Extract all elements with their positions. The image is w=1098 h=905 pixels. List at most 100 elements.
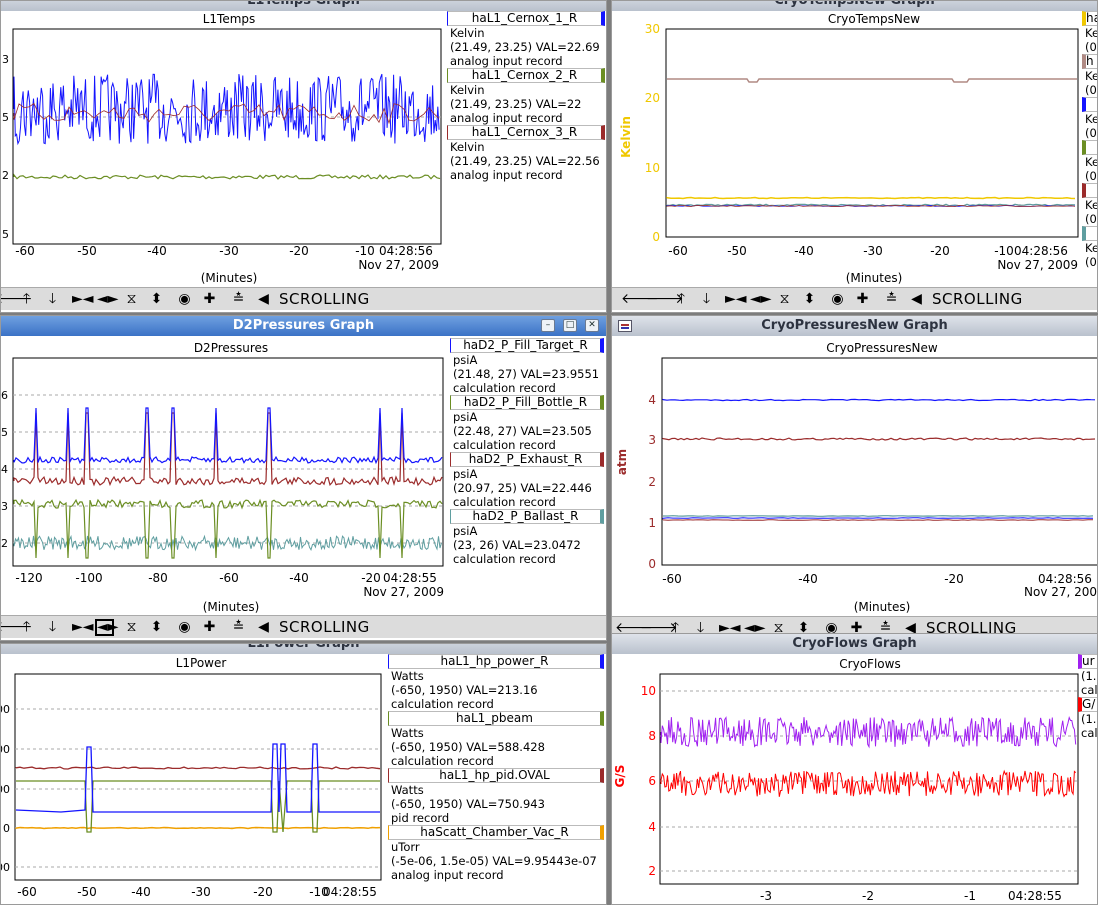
zoom-in-horizontal-icon[interactable]: ►◄ [72, 291, 94, 308]
legend-entry[interactable]: ur (1. cal [1078, 654, 1098, 697]
arrow-up-icon[interactable]: 🡑 [17, 619, 36, 636]
legend-text: cal [1081, 683, 1098, 697]
x-tick: -40 [131, 885, 151, 899]
autoscale-icon[interactable]: ◉ [828, 291, 847, 308]
y-tick: 6 [648, 774, 656, 788]
config-icon[interactable]: ≛ [882, 291, 901, 308]
zoom-in-horizontal-icon[interactable]: ►◄ [725, 291, 747, 308]
d2pressures-plot: D2Pressures 6 5 4 3 2 -120 -100 -80 -60 … [1, 341, 444, 614]
legend-entry[interactable]: haL1_pbeam Watts (-650, 1950) VAL=588.42… [388, 711, 604, 768]
arrow-down-icon[interactable]: 🡓 [697, 291, 716, 308]
legend-name[interactable] [1082, 183, 1097, 198]
back-icon[interactable]: ◀ [254, 291, 273, 308]
l1power-plot: L1Power 00 00 00 0 00 -60 -50 -40 -30 -2… [1, 656, 382, 899]
legend-name[interactable]: ur [1078, 654, 1097, 669]
add-trace-icon[interactable]: ✚ [200, 291, 219, 308]
legend-entry[interactable]: haKe(0 [1082, 11, 1097, 54]
arrow-up-icon[interactable]: 🡑 [17, 291, 36, 308]
legend-unit: Kelvin [450, 140, 485, 154]
legend-entry[interactable]: haL1_Cernox_1_R Kelvin (21.49, 23.25) VA… [447, 11, 605, 68]
y-tick: 0 [3, 822, 10, 835]
legend-name[interactable]: haL1_hp_power_R [388, 654, 604, 669]
legend-entry[interactable]: haD2_P_Exhaust_R psiA (20.97, 25) VAL=22… [450, 452, 604, 509]
arrow-down-icon[interactable]: 🡓 [43, 619, 62, 636]
back-icon[interactable]: ◀ [254, 619, 273, 636]
config-icon[interactable]: ≛ [229, 619, 248, 636]
zoom-out-vertical-icon[interactable]: ⬍ [147, 291, 166, 308]
zoom-out-horizontal-icon[interactable]: ◄► [95, 619, 119, 636]
autoscale-icon[interactable]: ◉ [175, 619, 194, 636]
arrow-up-icon[interactable]: 🡑 [672, 291, 691, 308]
y-tick: 2 [648, 475, 656, 489]
legend-entry[interactable]: Ke (0 [1082, 97, 1097, 140]
x-tick: -60 [668, 244, 688, 258]
arrow-down-icon[interactable]: 🡓 [43, 291, 62, 308]
legend-name[interactable]: haD2_P_Exhaust_R [450, 452, 604, 467]
x-tick: -40 [147, 244, 167, 258]
legend-unit: uTorr [391, 840, 420, 854]
legend-entry[interactable]: Ke (0 [1082, 140, 1097, 183]
legend-name[interactable]: haD2_P_Ballast_R [450, 509, 604, 524]
legend-name[interactable]: haL1_Cernox_1_R [447, 11, 605, 26]
back-icon[interactable]: ◀ [907, 291, 926, 308]
d2pressures-legend: haD2_P_Fill_Target_R psiA (21.48, 27) VA… [450, 338, 604, 566]
legend-entry[interactable]: haL1_hp_power_R Watts (-650, 1950) VAL=2… [388, 654, 604, 711]
add-trace-icon[interactable]: ✚ [853, 291, 872, 308]
minimize-button[interactable]: – [541, 319, 555, 332]
legend-entry[interactable]: haD2_P_Fill_Bottle_R psiA (22.48, 27) VA… [450, 395, 604, 452]
zoom-in-vertical-icon[interactable]: ⧖ [775, 291, 794, 308]
legend-unit: Watts [391, 669, 424, 683]
legend-name[interactable]: haL1_pbeam [388, 711, 604, 726]
legend-entry[interactable]: h Ke (0 [1082, 54, 1098, 97]
x-tick: -3 [760, 889, 772, 903]
autoscale-icon[interactable]: ◉ [175, 291, 194, 308]
legend-name[interactable]: haScatt_Chamber_Vac_R [388, 825, 604, 840]
legend-entry[interactable]: Ke (0 [1082, 183, 1097, 226]
legend-name[interactable]: haD2_P_Fill_Target_R [450, 338, 604, 353]
legend-range: (-650, 1950) VAL=213.16 [391, 683, 538, 697]
legend-entry[interactable]: haL1_hp_pid.OVAL Watts (-650, 1950) VAL=… [388, 768, 604, 825]
plot-title: CryoPressuresNew [826, 341, 938, 355]
legend-text: Ke [1085, 69, 1098, 83]
cryopressures-titlebar[interactable]: CryoPressuresNew Graph [612, 316, 1097, 336]
legend-entry[interactable]: Ke (0 [1082, 226, 1097, 269]
legend-name[interactable]: haL1_Cernox_2_R [447, 68, 605, 83]
y-tick: 6 [1, 389, 8, 402]
legend-name[interactable]: haL1_Cernox_3_R [447, 125, 605, 140]
cryopressures-window: CryoPressuresNew Graph CryoPressuresNew … [611, 315, 1098, 635]
add-trace-icon[interactable]: ✚ [200, 619, 219, 636]
legend-entry[interactable]: haL1_Cernox_3_R Kelvin (21.49, 23.25) VA… [447, 125, 605, 182]
legend-name[interactable]: ha [1082, 11, 1097, 26]
close-button[interactable]: ✕ [585, 319, 599, 332]
legend-name[interactable]: haD2_P_Fill_Bottle_R [450, 395, 604, 410]
config-icon[interactable]: ≛ [229, 291, 248, 308]
arrow-left-icon[interactable]: 🡐 [1, 291, 33, 308]
legend-name[interactable] [1082, 97, 1097, 112]
legend-entry[interactable]: haL1_Cernox_2_R Kelvin (21.49, 23.25) VA… [447, 68, 605, 125]
legend-name[interactable]: haL1_hp_pid.OVAL [388, 768, 604, 783]
zoom-out-horizontal-icon[interactable]: ◄► [97, 291, 119, 308]
legend-range: (-5e-06, 1.5e-05) VAL=9.95443e-07 [391, 854, 597, 868]
legend-entry[interactable]: haD2_P_Fill_Target_R psiA (21.48, 27) VA… [450, 338, 604, 395]
x-tick: -20 [253, 885, 273, 899]
arrow-left-icon[interactable]: 🡐 [1, 619, 33, 636]
legend-name[interactable]: G/ [1078, 697, 1097, 712]
zoom-in-vertical-icon[interactable]: ⧖ [122, 619, 141, 636]
arrow-left-icon[interactable]: 🡐 [621, 291, 659, 308]
arrow-right-icon[interactable]: 🡒 [646, 291, 684, 308]
d2pressures-titlebar[interactable]: D2Pressures Graph [1, 316, 606, 336]
legend-entry[interactable]: G/(1. cal [1078, 697, 1097, 740]
zoom-in-horizontal-icon[interactable]: ►◄ [72, 619, 94, 636]
legend-name[interactable] [1082, 226, 1097, 241]
legend-entry[interactable]: haD2_P_Ballast_R psiA (23, 26) VAL=23.04… [450, 509, 604, 566]
cryoflows-titlebar[interactable]: CryoFlows Graph [612, 634, 1097, 654]
legend-name[interactable] [1082, 140, 1097, 155]
zoom-out-horizontal-icon[interactable]: ◄► [750, 291, 772, 308]
maximize-button[interactable]: □ [563, 319, 577, 332]
legend-entry[interactable]: haScatt_Chamber_Vac_R uTorr (-5e-06, 1.5… [388, 825, 604, 882]
legend-name[interactable]: h [1082, 54, 1097, 69]
zoom-out-vertical-icon[interactable]: ⬍ [147, 619, 166, 636]
zoom-in-vertical-icon[interactable]: ⧖ [122, 291, 141, 308]
zoom-out-vertical-icon[interactable]: ⬍ [800, 291, 819, 308]
legend-range: (22.48, 27) VAL=23.505 [453, 424, 592, 438]
